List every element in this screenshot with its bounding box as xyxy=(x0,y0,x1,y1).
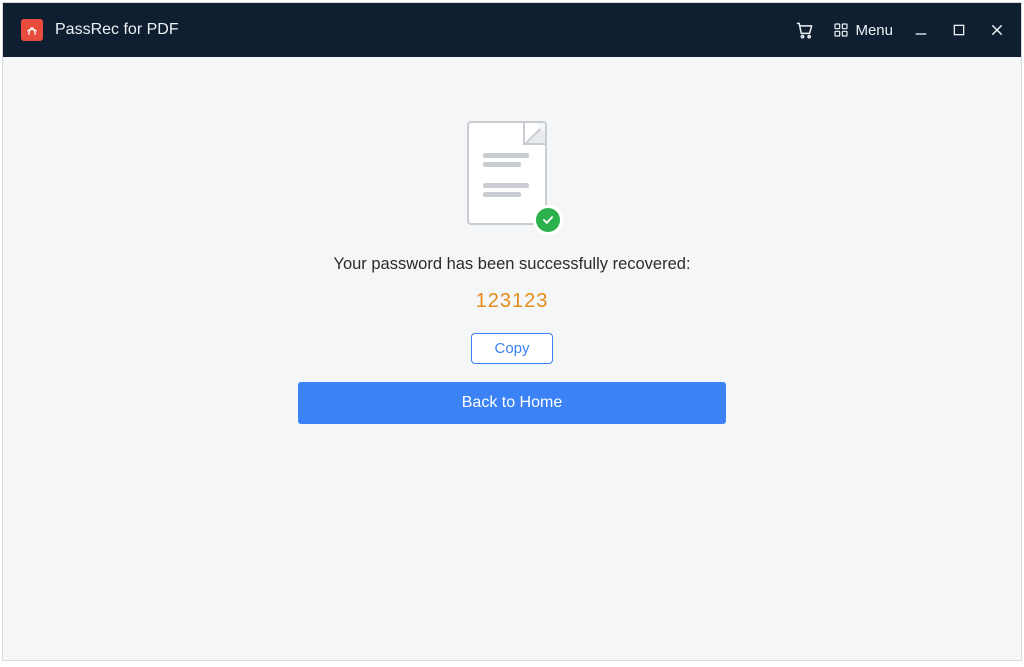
app-title: PassRec for PDF xyxy=(55,21,179,39)
checkmark-icon xyxy=(533,205,563,235)
titlebar-controls: Menu xyxy=(795,16,1007,44)
main-content: Your password has been successfully reco… xyxy=(3,57,1021,660)
cart-icon[interactable] xyxy=(795,16,815,44)
menu-label: Menu xyxy=(855,22,893,39)
document-success-icon xyxy=(467,121,557,231)
recovered-password-value: 123123 xyxy=(476,290,549,313)
back-to-home-button[interactable]: Back to Home xyxy=(298,382,726,424)
menu-button[interactable]: Menu xyxy=(833,16,893,44)
app-logo-icon xyxy=(21,19,43,41)
titlebar: PassRec for PDF Menu xyxy=(3,3,1021,57)
copy-button[interactable]: Copy xyxy=(471,333,552,364)
app-window: PassRec for PDF Menu xyxy=(2,2,1022,661)
success-message: Your password has been successfully reco… xyxy=(333,255,690,274)
maximize-icon[interactable] xyxy=(949,16,969,44)
minimize-icon[interactable] xyxy=(911,16,931,44)
close-icon[interactable] xyxy=(987,16,1007,44)
